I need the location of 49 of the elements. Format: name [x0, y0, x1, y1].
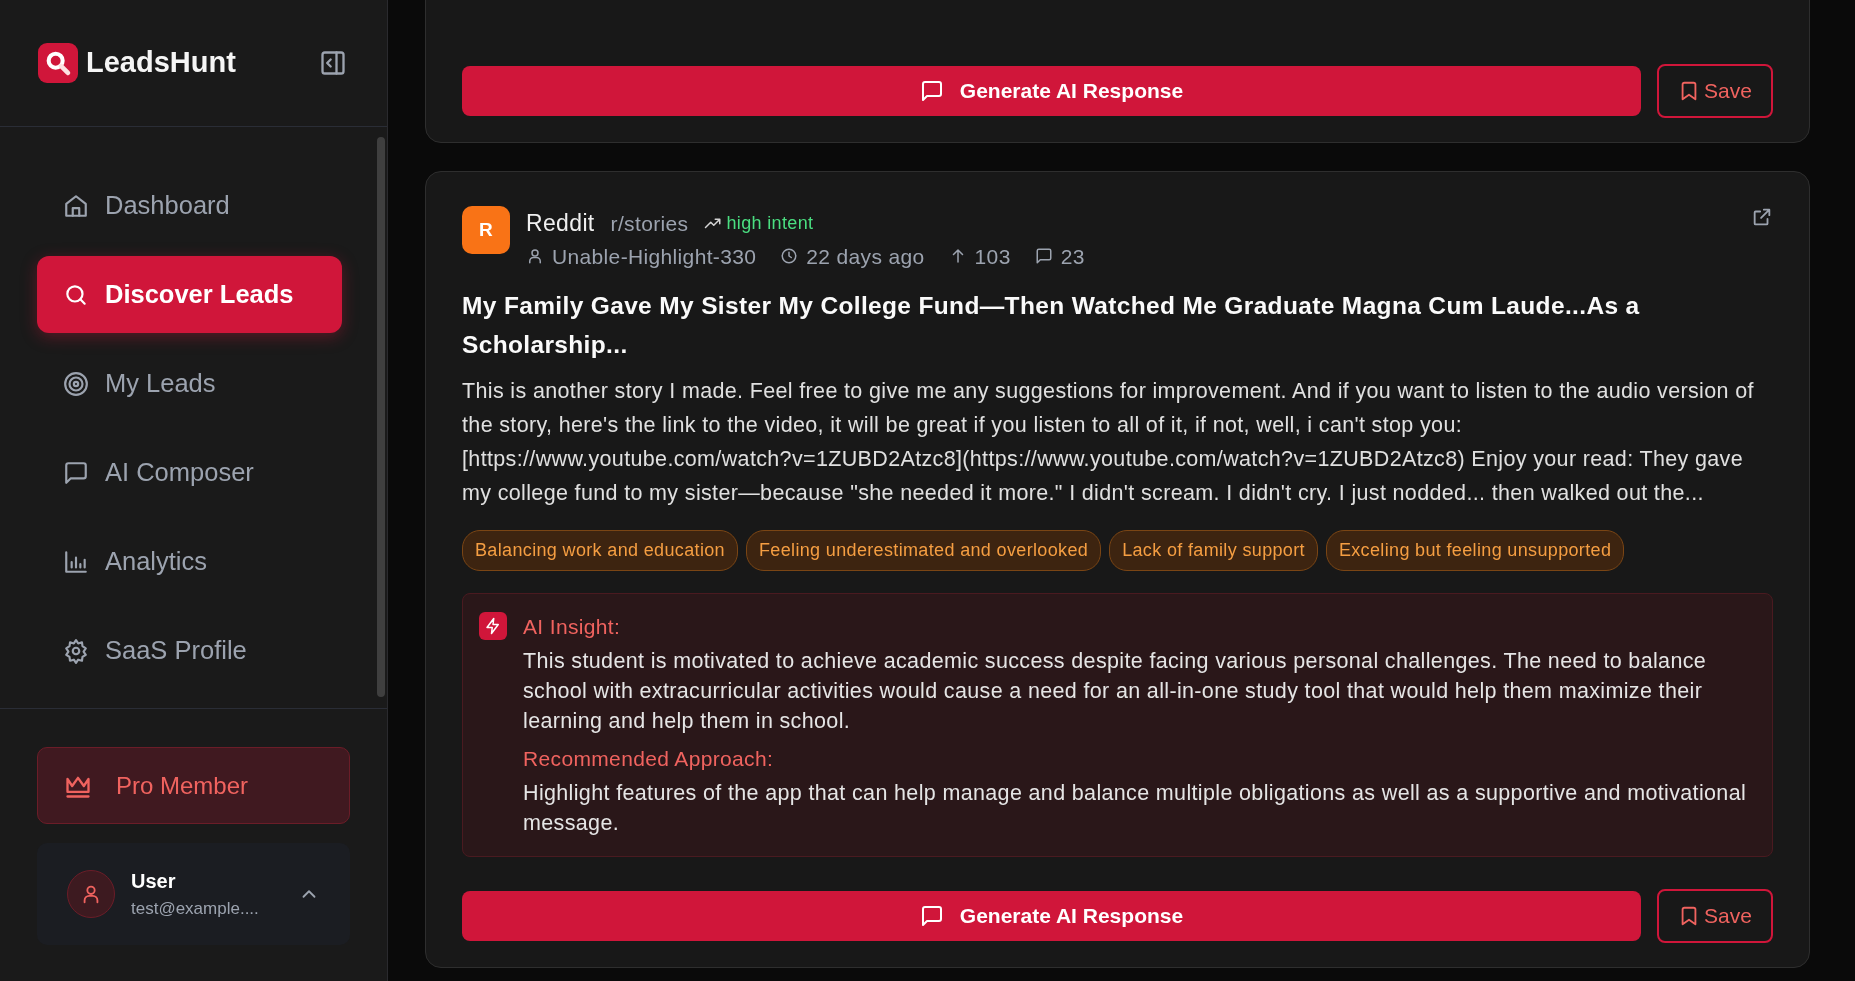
- sidebar-item[interactable]: Discover Leads: [37, 256, 342, 333]
- settings-icon: [63, 637, 89, 664]
- chat-icon: [919, 904, 944, 928]
- lightning-icon: [479, 612, 507, 640]
- approach-text: Highlight features of the app that can help manage and balance multiple obligations as well as a supportive and motivational message.: [523, 780, 1748, 837]
- user-menu[interactable]: User test@example....: [37, 843, 350, 945]
- meta-text: 103: [974, 243, 1011, 270]
- chat-icon: [919, 79, 944, 103]
- open-external-button[interactable]: [1751, 206, 1773, 228]
- sidebar-item[interactable]: AI Composer: [37, 434, 342, 511]
- generate-response-button[interactable]: Generate AI Response: [462, 66, 1641, 116]
- clock-icon: [780, 247, 799, 266]
- sidebar-item[interactable]: Analytics: [37, 523, 342, 600]
- user-email: test@example....: [131, 898, 260, 921]
- scrollbar[interactable]: [377, 137, 385, 697]
- user-name: User: [131, 869, 177, 895]
- sidebar-item[interactable]: SaaS Profile: [37, 612, 342, 689]
- app-name: LeadsHunt: [86, 45, 236, 81]
- community-name: r/stories: [610, 210, 689, 237]
- chat-icon: [63, 459, 89, 486]
- sidebar-item[interactable]: Dashboard: [37, 167, 342, 244]
- meta-text: 22 days ago: [806, 243, 925, 270]
- collapse-sidebar-button[interactable]: [319, 49, 347, 77]
- tag: Feeling underestimated and overlooked: [745, 530, 1102, 571]
- comment-icon: [1034, 247, 1053, 266]
- avatar-icon: [67, 870, 115, 918]
- meta-text: Unable-Highlight-330: [552, 243, 757, 270]
- platform-avatar: R: [462, 206, 510, 254]
- post-title: My Family Gave My Sister My College Fund—Then Watched Me Graduate Magna Cum Laude...As a Scholarship...: [462, 291, 1641, 360]
- tag: Exceling but feeling unsupported: [1325, 530, 1625, 571]
- insight-label: AI Insight:: [523, 614, 622, 640]
- bar-chart-icon: [63, 548, 89, 575]
- insight-text: This student is motivated to achieve academic success despite facing various personal challenges. The need to balance school with extracurricular activities would cause a need for an all-in-one study tool that would help them maximize their learning and help them in school.: [523, 648, 1708, 735]
- generate-response-button[interactable]: Generate AI Response: [462, 891, 1641, 941]
- target-icon: [63, 370, 89, 397]
- home-icon: [63, 192, 89, 219]
- tag: Lack of family support: [1109, 530, 1318, 571]
- sidebar-item[interactable]: My Leads: [37, 345, 342, 422]
- meta-text: 23: [1060, 243, 1085, 270]
- user-icon: [526, 247, 544, 266]
- save-button[interactable]: Save: [1657, 889, 1773, 943]
- save-button[interactable]: Save: [1657, 64, 1773, 118]
- approach-label: Recommended Approach:: [523, 746, 775, 772]
- platform-name: Reddit: [526, 209, 595, 238]
- tag: Balancing work and education: [462, 530, 738, 571]
- logo-icon: [38, 43, 78, 83]
- post-body: This is another story I made. Feel free to give me any suggestions for improvement. And if you want to listen to the audio version of the story, here's the link to the video, it will be great if you listen to all of it, if not, well, i can't stop you: [https://www.youtube.com/watch?v=1ZUBD2Atzc8](https://www.youtube.com/watch?v=1ZUBD2Atzc8) Enjoy your read: They gave my college fund to my sister—because "she needed it more." I didn't scream. I didn't cry. I just nodded... then walked out the...: [462, 378, 1755, 507]
- pro-member-badge: Pro Member: [37, 747, 350, 824]
- intent-label: high intent: [704, 209, 814, 237]
